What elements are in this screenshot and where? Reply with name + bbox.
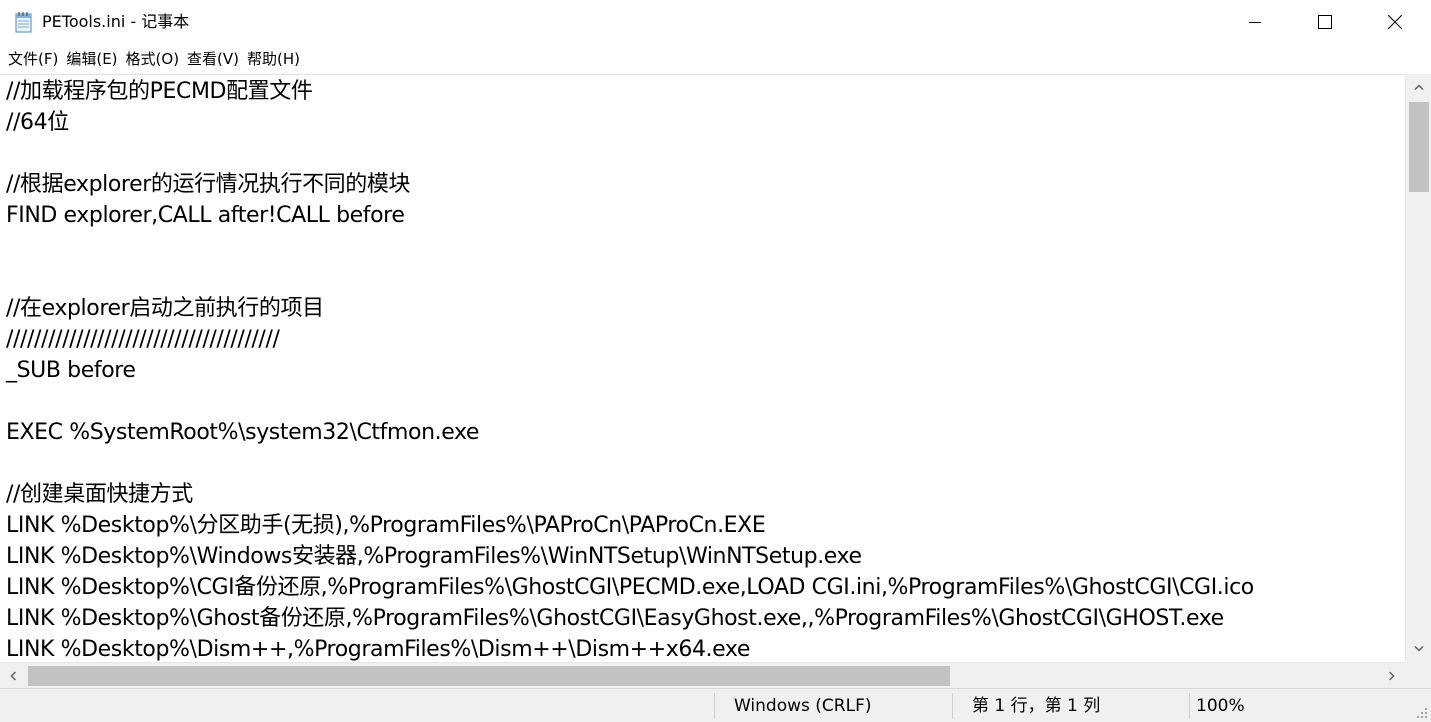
menu-edit[interactable]: 编辑(E) (62, 44, 121, 74)
text-line: LINK %Desktop%\分区助手(无损),%ProgramFiles%\P… (6, 513, 766, 538)
text-line: //64位 (6, 110, 69, 135)
text-line: //在explorer启动之前执行的项目 (6, 296, 324, 321)
status-divider (714, 693, 715, 719)
text-line (6, 448, 1405, 479)
text-line: LINK %Desktop%\CGI备份还原,%ProgramFiles%\Gh… (6, 575, 1254, 600)
horizontal-scrollbar[interactable] (0, 662, 1405, 688)
maximize-icon (1318, 15, 1332, 29)
text-line: //根据explorer的运行情况执行不同的模块 (6, 172, 411, 197)
chevron-down-icon (1414, 646, 1424, 652)
notepad-icon[interactable] (14, 11, 34, 33)
notepad-window: PETools.ini - 记事本 文件(F) 编辑(E) 格式(O) 查看(V… (0, 0, 1431, 722)
text-line (6, 231, 1405, 262)
text-line (6, 138, 1405, 169)
text-line (6, 386, 1405, 417)
chevron-up-icon (1414, 84, 1424, 90)
menu-bar: 文件(F) 编辑(E) 格式(O) 查看(V) 帮助(H) (0, 44, 1431, 74)
text-line: LINK %Desktop%\Ghost备份还原,%ProgramFiles%\… (6, 606, 1224, 631)
text-line: LINK %Desktop%\Dism++,%ProgramFiles%\Dis… (6, 637, 750, 662)
text-line: //加载程序包的PECMD配置文件 (6, 79, 313, 104)
status-bar: Windows (CRLF) 第 1 行，第 1 列 100% (0, 688, 1431, 722)
close-icon (1388, 15, 1402, 29)
vertical-scroll-thumb[interactable] (1409, 102, 1429, 192)
menu-file[interactable]: 文件(F) (4, 44, 62, 74)
menu-view[interactable]: 查看(V) (183, 44, 243, 74)
text-line: LINK %Desktop%\Windows安装器,%ProgramFiles%… (6, 544, 862, 569)
minimize-icon (1249, 22, 1261, 23)
zoom-status: 100% (1196, 696, 1245, 716)
menu-help[interactable]: 帮助(H) (243, 44, 304, 74)
text-editor[interactable]: //加载程序包的PECMD配置文件 //64位 //根据explorer的运行情… (0, 74, 1431, 662)
text-line: /////////////////////////////////////// (6, 327, 280, 352)
resize-grip-icon[interactable] (1415, 706, 1429, 720)
window-title: PETools.ini - 记事本 (42, 12, 190, 31)
menu-format[interactable]: 格式(O) (122, 44, 184, 74)
scroll-down-button[interactable] (1406, 636, 1431, 662)
title-bar[interactable]: PETools.ini - 记事本 (0, 0, 1431, 44)
maximize-button[interactable] (1290, 0, 1360, 44)
scroll-up-button[interactable] (1406, 74, 1431, 100)
text-line: _SUB before (6, 358, 136, 383)
minimize-button[interactable] (1220, 0, 1290, 44)
chevron-left-icon (10, 671, 16, 681)
status-divider (952, 693, 953, 719)
close-button[interactable] (1360, 0, 1430, 44)
text-line: //创建桌面快捷方式 (6, 482, 193, 507)
text-area[interactable]: //加载程序包的PECMD配置文件 //64位 //根据explorer的运行情… (0, 76, 1405, 662)
scroll-left-button[interactable] (0, 663, 26, 689)
text-line: EXEC %SystemRoot%\system32\Ctfmon.exe (6, 420, 480, 445)
text-line: FIND explorer,CALL after!CALL before (6, 203, 405, 228)
scroll-right-button[interactable] (1379, 663, 1405, 689)
text-line (6, 262, 1405, 293)
status-divider (1189, 693, 1190, 719)
horizontal-scroll-thumb[interactable] (28, 666, 950, 686)
line-ending-status: Windows (CRLF) (734, 696, 872, 716)
vertical-scrollbar[interactable] (1405, 74, 1431, 662)
cursor-position-status: 第 1 行，第 1 列 (972, 696, 1101, 716)
scrollbar-corner (1405, 662, 1431, 688)
chevron-right-icon (1389, 671, 1395, 681)
